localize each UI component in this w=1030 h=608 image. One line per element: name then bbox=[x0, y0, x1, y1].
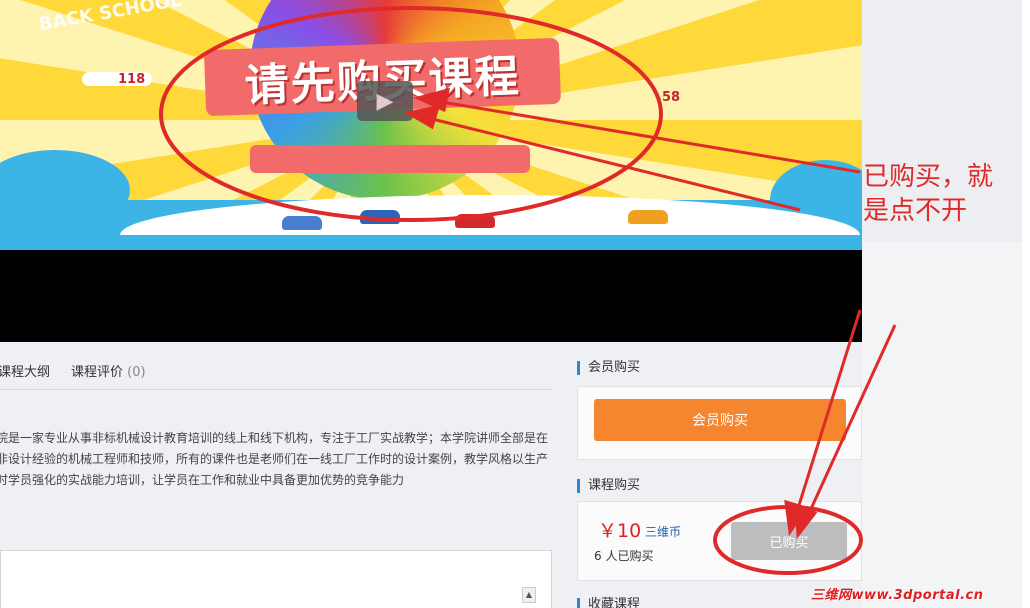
description-line: 院是一家专业从事非标机械设计教育培训的线上和线下机构，专注于工厂实战教学；本学院… bbox=[0, 431, 549, 445]
banner-tag-right: 58 bbox=[662, 90, 681, 105]
annotation-note-line: 是点不开 bbox=[863, 196, 968, 226]
course-description: 院是一家专业从事非标机械设计教育培训的线上和线下机构，专注于工厂实战教学；本学院… bbox=[0, 428, 552, 491]
currency-label: 三维币 bbox=[645, 525, 682, 539]
banner-tag-left: 118 bbox=[118, 72, 146, 87]
tab-reviews-label: 课程评价 bbox=[71, 365, 124, 380]
car-icon bbox=[455, 214, 495, 228]
course-purchase-panel: ￥10 三维币 6 人已购买 已购买 bbox=[577, 501, 862, 581]
description-line: 时学员强化的实战能力培训，让学员在工作和就业中具备更加优势的竞争能力 bbox=[0, 473, 405, 487]
car-icon bbox=[282, 216, 322, 230]
watermark: 三维网www.3dportal.cn bbox=[811, 588, 984, 603]
annotation-note: 已购买，就 是点不开 bbox=[863, 160, 1023, 228]
tab-reviews[interactable]: 课程评价 (0) bbox=[71, 361, 146, 380]
bought-count: 6 人已购买 bbox=[594, 549, 654, 563]
play-icon: ▶ bbox=[376, 88, 394, 114]
video-player[interactable]: BACK SCHOOL 118 58 请先购买课程 ▶ bbox=[0, 0, 862, 342]
tab-outline[interactable]: 课程大纲 bbox=[0, 361, 50, 380]
banner-deco-text: BACK SCHOOL bbox=[37, 0, 184, 36]
purchased-button[interactable]: 已购买 bbox=[731, 522, 847, 560]
tab-reviews-count: (0) bbox=[127, 365, 146, 380]
course-tabs: 课程大纲 课程评价 (0) bbox=[0, 358, 552, 390]
car-icon bbox=[360, 210, 400, 224]
annotation-note-line: 已购买，就 bbox=[863, 162, 994, 192]
course-banner: BACK SCHOOL 118 58 请先购买课程 ▶ bbox=[0, 0, 862, 250]
course-price: ￥10 bbox=[598, 520, 642, 542]
car-icon bbox=[628, 210, 668, 224]
description-line: 非设计经验的机械工程师和技师，所有的课件也是老师们在一线工厂工作时的设计案例，教… bbox=[0, 452, 549, 466]
play-button[interactable]: ▶ bbox=[357, 81, 413, 121]
member-purchase-panel: 会员购买 bbox=[577, 386, 862, 460]
comment-input[interactable] bbox=[0, 550, 552, 608]
right-margin-bottom bbox=[862, 242, 1022, 608]
member-purchase-button[interactable]: 会员购买 bbox=[594, 399, 846, 441]
favorite-course-title: 收藏课程 bbox=[577, 598, 640, 608]
scroll-up-arrow-icon[interactable]: ▲ bbox=[522, 587, 536, 603]
ribbon-tail bbox=[250, 145, 530, 173]
course-purchase-title: 课程购买 bbox=[577, 479, 640, 493]
member-purchase-title: 会员购买 bbox=[577, 361, 640, 375]
